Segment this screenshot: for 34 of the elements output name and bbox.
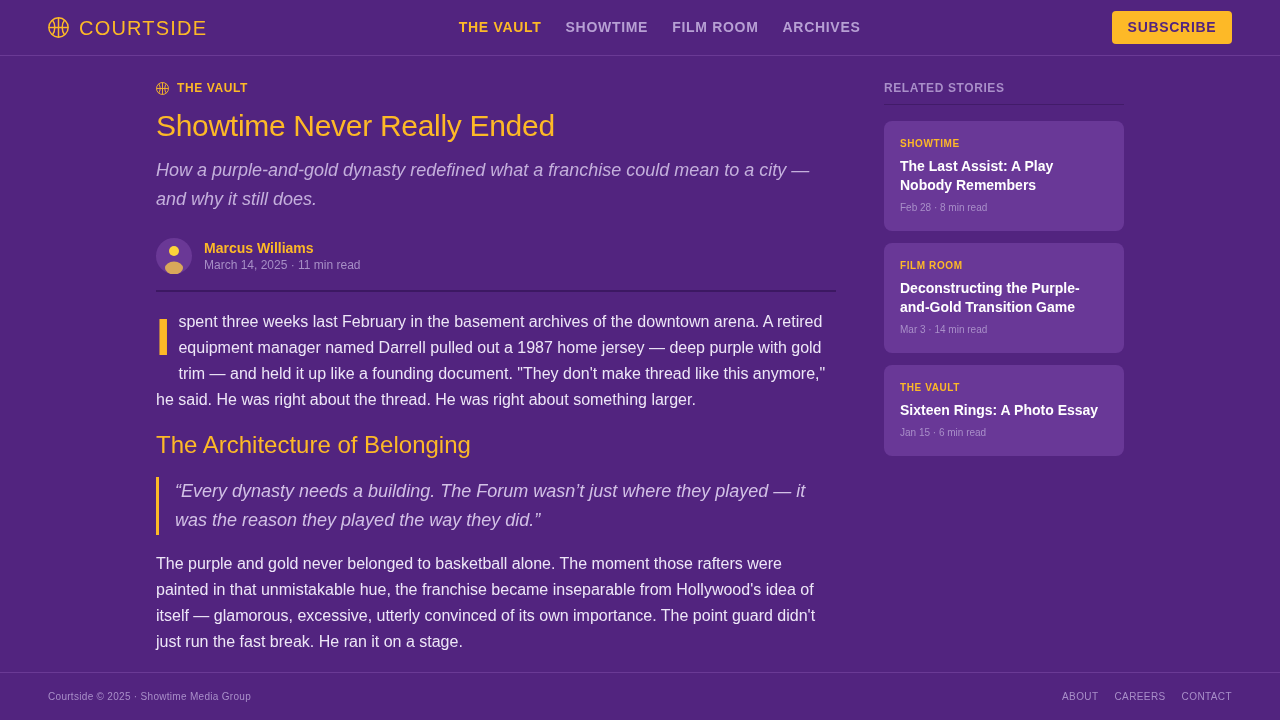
article-title: Showtime Never Really Ended [156,108,556,144]
basketball-icon [48,17,69,38]
nav-link[interactable]: SHOWTIME [565,17,649,38]
story-title: Sixteen Rings: A Photo Essay [900,401,1100,420]
story-category: THE VAULT [900,381,962,395]
story-category: FILM ROOM [900,259,964,273]
story-meta: Mar 3 · 14 min read [900,323,989,337]
nav-link[interactable]: THE VAULT [458,17,542,38]
site-logo[interactable]: COURTSIDE [79,12,208,43]
story-meta: Jan 15 · 6 min read [900,426,988,440]
story-title: The Last Assist: A Play Nobody Remembers [900,157,1055,195]
user-avatar-icon [156,238,192,274]
author-name[interactable]: Marcus Williams [204,239,361,257]
nav-link[interactable]: FILM ROOM [672,17,759,38]
footer-link[interactable]: ABOUT [1062,689,1099,704]
article-paragraph: The purple and gold never belonged to basketball alone. The moment those rafters were painted in that unmistakable hue, the franchise became inseparable from Hollywood's idea of itself — glamorous, excessive, utterly convinced of its own importance. The point guard didn't just run the fast break. He ran it on a stage. [156,554,817,652]
article-subtitle: How a purple-and-gold dynasty redefined what a franchise could mean to a city — and why it still does. [156,159,811,211]
article-meta: March 14, 2025 · 11 min read [204,256,361,273]
footer-link[interactable]: CAREERS [1114,689,1166,704]
story-card[interactable]: THE VAULT Sixteen Rings: A Photo Essay Jan 15 · 6 min read [884,365,1124,456]
pull-quote: “Every dynasty needs a building. The Forum wasn’t just where they played — it was the reason they played the way they did.” [156,477,836,535]
subscribe-button[interactable]: SUBSCRIBE [1112,11,1232,44]
story-meta: Feb 28 · 8 min read [900,201,989,215]
story-card[interactable]: SHOWTIME The Last Assist: A Play Nobody Remembers Feb 28 · 8 min read [884,121,1124,231]
article-category: THE VAULT [177,80,248,97]
basketball-icon [156,81,169,95]
nav-link[interactable]: ARCHIVES [782,17,861,38]
story-title: Deconstructing the Purple-and-Gold Transition Game [900,279,1081,317]
sidebar-heading: RELATED STORIES [884,80,1124,105]
story-card[interactable]: FILM ROOM Deconstructing the Purple-and-Gold Transition Game Mar 3 · 14 min read [884,243,1124,353]
footer-link[interactable]: CONTACT [1181,689,1232,704]
section-heading: The Architecture of Belonging [156,430,472,460]
footer-copyright: Courtside © 2025 · Showtime Media Group [48,690,252,704]
story-category: SHOWTIME [900,137,961,151]
